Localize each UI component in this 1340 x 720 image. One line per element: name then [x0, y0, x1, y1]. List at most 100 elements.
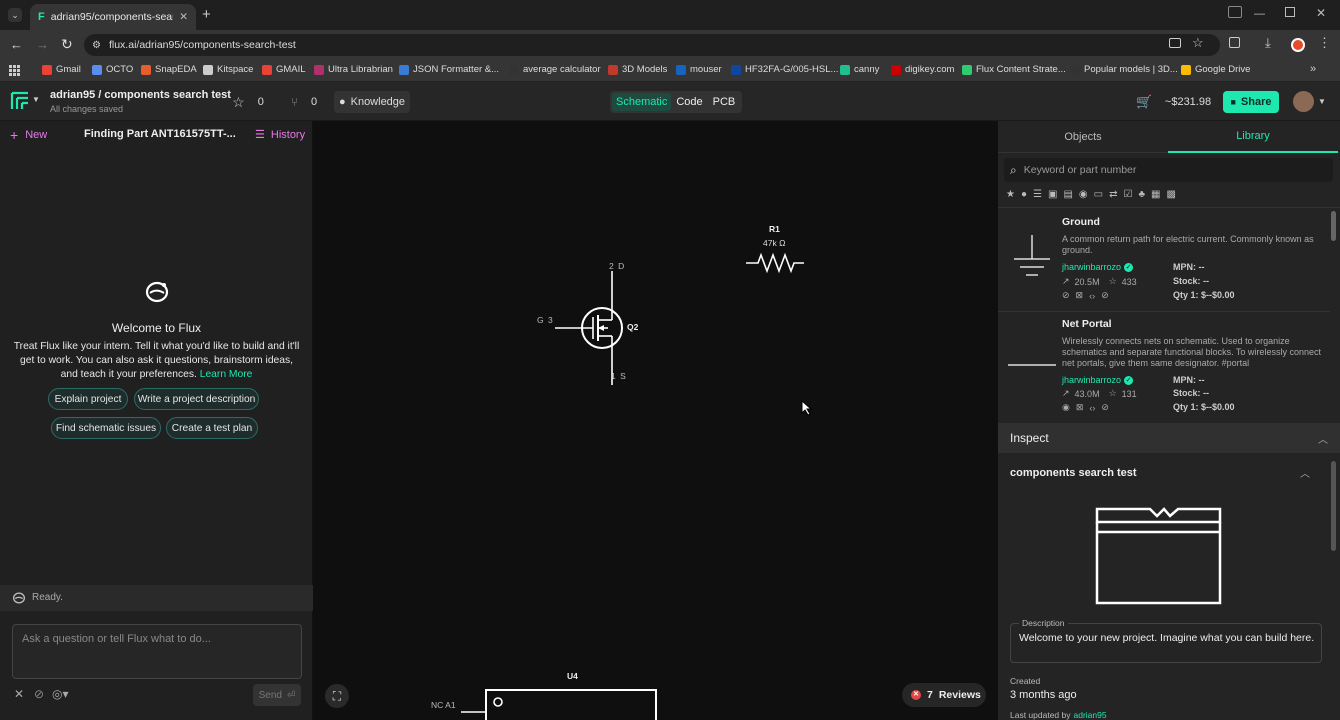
filter-user-icon[interactable]: ●: [1021, 189, 1027, 200]
url-field[interactable]: ⚙ flux.ai/adrian95/components-search-tes…: [84, 34, 1220, 56]
bookmark-item[interactable]: 3D Models: [608, 64, 667, 75]
more-bookmarks-icon[interactable]: »: [1310, 63, 1316, 75]
description-field[interactable]: Description Welcome to your new project.…: [1010, 618, 1322, 663]
collapse-chevron-icon[interactable]: ︿: [1318, 431, 1328, 446]
bookmark-item[interactable]: OCTO: [92, 64, 133, 75]
send-button[interactable]: Send ⏎: [253, 684, 301, 706]
schematic-canvas[interactable]: 2 D G 3 1 S Q2 R1 47k Ω U4 NC A1 ⛶ ✕ 7 R…: [313, 121, 998, 720]
download-icon[interactable]: ⤓: [1265, 35, 1271, 51]
filter-check-icon[interactable]: ☑: [1123, 189, 1132, 200]
library-item[interactable]: Ground A common return path for electric…: [998, 209, 1330, 309]
filter-cart-icon[interactable]: ▣: [1048, 189, 1057, 200]
filter-grid-icon[interactable]: ▩: [1166, 189, 1175, 200]
filter-people-icon[interactable]: ♣: [1138, 189, 1145, 200]
profile-avatar-icon[interactable]: [1291, 38, 1305, 52]
fit-screen-icon[interactable]: ⛶: [325, 684, 349, 708]
bookmark-item[interactable]: mouser: [676, 64, 722, 75]
price-button[interactable]: ~$231.98: [1160, 91, 1216, 113]
library-scrollbar[interactable]: [1331, 211, 1336, 241]
bookmark-item[interactable]: Gmail: [42, 64, 81, 75]
window-icon[interactable]: [1228, 6, 1242, 18]
library-item[interactable]: Net Portal Wirelessly connects nets on s…: [998, 313, 1330, 413]
reload-icon[interactable]: ↻: [61, 36, 73, 53]
filter-board-icon[interactable]: ▦: [1151, 189, 1160, 200]
logo-menu-chevron-icon[interactable]: ▼: [32, 95, 40, 104]
filter-chip-icon[interactable]: ▤: [1063, 189, 1072, 200]
library-item-author[interactable]: jharwinbarrozo ✓: [1062, 375, 1134, 385]
view-tab-schematic[interactable]: Schematic: [612, 93, 672, 111]
attach-icon[interactable]: ⊘: [34, 687, 44, 701]
tab-search-chevron-icon[interactable]: ⌄: [8, 8, 22, 22]
filter-shuffle-icon[interactable]: ⇄: [1109, 189, 1117, 200]
filter-box-icon[interactable]: ▭: [1094, 189, 1103, 200]
filter-globe-icon[interactable]: ◉: [1079, 189, 1088, 200]
reviews-button[interactable]: ✕ 7 Reviews: [902, 683, 986, 707]
bookmark-item[interactable]: Flux Content Strate...: [962, 64, 1066, 75]
star-button[interactable]: ☆ 0: [223, 91, 273, 113]
tab-objects[interactable]: Objects: [998, 121, 1168, 153]
library-item-author[interactable]: jharwinbarrozo ✓: [1062, 262, 1134, 272]
tab-library[interactable]: Library: [1168, 121, 1338, 153]
knowledge-button[interactable]: ● Knowledge: [334, 91, 410, 113]
resistor-r1-symbol[interactable]: [746, 252, 804, 274]
bookmark-label: Kitspace: [217, 64, 254, 75]
bookmark-item[interactable]: Google Drive: [1181, 64, 1250, 75]
history-button[interactable]: ☰ History: [255, 128, 305, 142]
suggestion-create-test-plan[interactable]: Create a test plan: [166, 417, 258, 439]
library-search-input[interactable]: ⌕ Keyword or part number: [1004, 158, 1333, 182]
bookmark-item[interactable]: HF32FA-G/005-HSL...: [731, 64, 838, 75]
u4-component-symbol[interactable]: [461, 688, 661, 720]
inspect-header[interactable]: Inspect ︿: [998, 423, 1340, 453]
thread-title[interactable]: Finding Part ANT161575TT-...: [84, 128, 236, 140]
bookmark-favicon-icon: [314, 64, 324, 75]
bookmark-item[interactable]: JSON Formatter &...: [399, 64, 499, 75]
user-menu-chevron-icon[interactable]: ▼: [1318, 97, 1326, 106]
chat-input[interactable]: Ask a question or tell Flux what to do..…: [12, 624, 302, 679]
filter-list-icon[interactable]: ☰: [1033, 189, 1042, 200]
inspect-scrollbar[interactable]: [1331, 461, 1336, 551]
apps-grid-icon[interactable]: [9, 65, 20, 76]
close-tab-icon[interactable]: ✕: [179, 11, 188, 23]
filter-starred-icon[interactable]: ★: [1006, 189, 1015, 200]
bookmark-item[interactable]: average calculator: [509, 64, 601, 75]
bookmark-item[interactable]: Kitspace: [203, 64, 253, 75]
model-selector-icon[interactable]: ◎▾: [52, 687, 69, 701]
suggestion-find-schematic-issues[interactable]: Find schematic issues: [51, 417, 161, 439]
bookmark-item[interactable]: Popular models | 3D...: [1070, 64, 1178, 75]
bookmark-item[interactable]: SnapEDA: [141, 64, 197, 75]
flux-logo-icon[interactable]: [9, 90, 31, 112]
bookmark-item[interactable]: canny: [840, 64, 879, 75]
user-avatar[interactable]: [1293, 91, 1314, 112]
bookmark-item[interactable]: GMAIL: [262, 64, 306, 75]
browser-menu-icon[interactable]: ⋮: [1318, 35, 1331, 51]
last-updated-user[interactable]: adrian95: [1074, 710, 1107, 720]
mosfet-q2-symbol[interactable]: [553, 271, 629, 386]
bookmark-label: OCTO: [106, 64, 134, 75]
new-thread-button[interactable]: + New: [10, 127, 47, 143]
forward-icon[interactable]: →: [36, 37, 49, 52]
extensions-icon[interactable]: [1229, 37, 1240, 48]
minimize-icon[interactable]: —: [1254, 8, 1265, 20]
bookmark-item[interactable]: Ultra Librabrian: [314, 64, 393, 75]
project-inspect-header[interactable]: components search test ︿: [1010, 465, 1310, 481]
back-icon[interactable]: ←: [10, 37, 23, 52]
maximize-icon[interactable]: [1285, 7, 1295, 17]
install-app-icon[interactable]: [1169, 38, 1181, 48]
learn-more-link[interactable]: Learn More: [200, 369, 253, 380]
suggestion-explain-project[interactable]: Explain project: [48, 388, 128, 410]
cart-icon[interactable]: 🛒: [1136, 94, 1152, 110]
suggestion-write-description[interactable]: Write a project description: [134, 388, 259, 410]
browser-tab-active[interactable]: F adrian95/components-search-t ✕: [30, 4, 196, 30]
fork-button[interactable]: ⑂ 0: [280, 91, 328, 113]
project-path[interactable]: adrian95 / components search test: [50, 89, 231, 101]
view-tab-pcb[interactable]: PCB: [708, 93, 741, 111]
close-window-icon[interactable]: ✕: [1316, 6, 1326, 20]
bookmark-item[interactable]: digikey.com: [891, 64, 954, 75]
tools-icon[interactable]: ✕: [14, 687, 24, 701]
new-tab-icon[interactable]: +: [202, 6, 211, 23]
bookmark-star-icon[interactable]: ☆: [1192, 35, 1204, 51]
share-button[interactable]: ■ Share: [1223, 91, 1279, 113]
site-info-icon[interactable]: ⚙: [92, 40, 101, 51]
project-collapse-chevron-icon[interactable]: ︿: [1300, 465, 1310, 480]
view-tab-code[interactable]: Code: [671, 93, 707, 111]
